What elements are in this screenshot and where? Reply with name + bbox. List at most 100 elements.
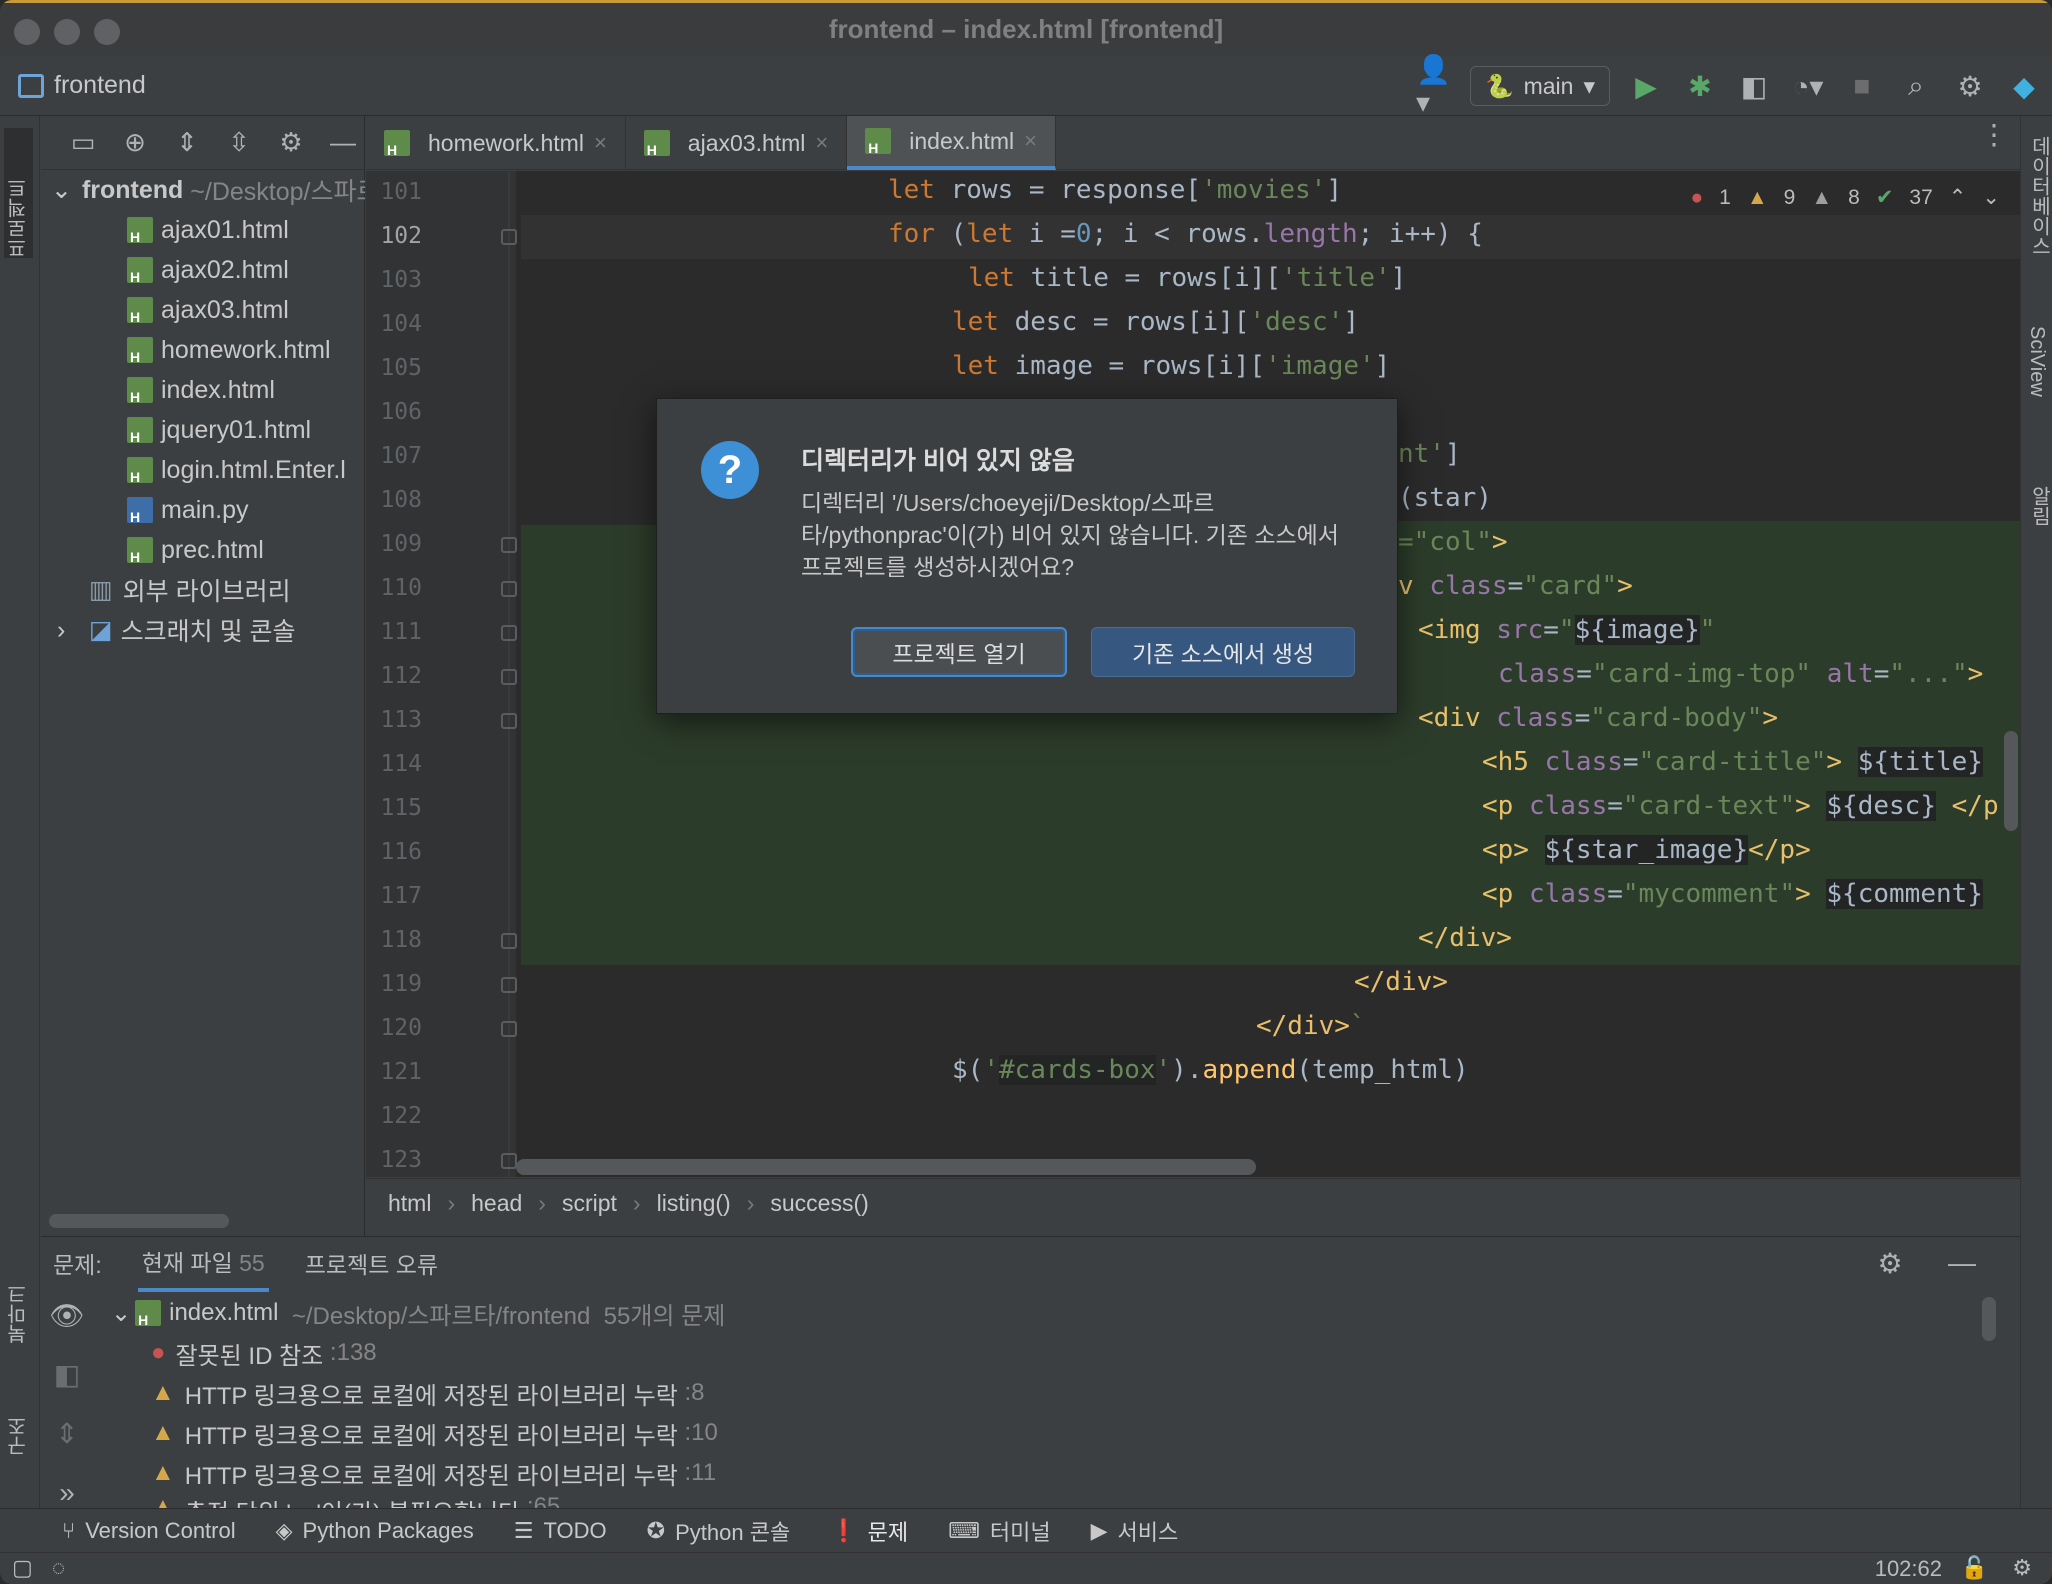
tool-version-control[interactable]: ⑂ Version Control xyxy=(62,1518,236,1544)
run-icon[interactable]: ▶ xyxy=(1628,68,1664,104)
project-view-icon[interactable]: ▭ xyxy=(65,125,101,161)
stop-icon[interactable]: ■ xyxy=(1844,68,1880,104)
tab-current-file[interactable]: 현재 파일 55 xyxy=(137,1234,269,1292)
list-item[interactable]: ▲ HTTP 링크용으로 로컬에 저장된 라이브러리 누락 :10 xyxy=(111,1413,725,1453)
tree-file[interactable]: jquery01.html xyxy=(41,410,365,450)
problems-scrollbar[interactable] xyxy=(1982,1297,1996,1341)
preview-icon[interactable]: ◧ xyxy=(49,1358,85,1391)
breadcrumb-item[interactable]: html xyxy=(388,1190,431,1217)
tree-file[interactable]: ajax03.html xyxy=(41,290,365,330)
code-line: v class="card"> xyxy=(1398,571,1633,601)
hide-icon[interactable]: — xyxy=(325,125,361,161)
debug-icon[interactable]: ✱ xyxy=(1682,68,1718,104)
chevron-up-icon[interactable]: ⌃ xyxy=(1949,185,1967,210)
fold-marker[interactable] xyxy=(501,977,517,993)
run-configuration-select[interactable]: 🐍 main ▾ xyxy=(1469,66,1610,106)
zoom-window-button[interactable] xyxy=(94,19,120,45)
caret-position[interactable]: 102:62 xyxy=(1875,1556,1942,1582)
more-icon[interactable]: » xyxy=(49,1476,85,1509)
user-icon[interactable]: 👤▾ xyxy=(1416,54,1452,118)
tree-scratches[interactable]: › ◪ 스크래치 및 콘솔 xyxy=(41,610,365,650)
fold-marker[interactable] xyxy=(501,933,517,949)
tool-python-console[interactable]: ✪ Python 콘솔 xyxy=(647,1515,791,1547)
tool-python-packages[interactable]: ◈ Python Packages xyxy=(276,1518,474,1544)
structure-tool-tab[interactable]: 구조 xyxy=(4,1416,33,1456)
inspection-widget[interactable]: ● 1 ▲ 9 ▲ 8 ✔ 37 ⌃ ⌄ xyxy=(1690,185,2000,210)
hide-icon[interactable]: — xyxy=(1944,1245,1980,1281)
terminal-icon: ⌨ xyxy=(948,1517,980,1543)
tree-file[interactable]: prec.html xyxy=(41,530,365,570)
coverage-icon[interactable]: ◧ xyxy=(1736,68,1772,104)
fold-marker[interactable] xyxy=(501,713,517,729)
project-breadcrumb[interactable]: frontend xyxy=(18,71,146,100)
chevron-right-icon: › xyxy=(57,615,66,644)
tab-homework[interactable]: homework.html × xyxy=(366,116,626,170)
tree-file[interactable]: ajax01.html xyxy=(41,210,365,250)
fold-marker[interactable] xyxy=(501,537,517,553)
breadcrumb-item[interactable]: script xyxy=(562,1190,617,1217)
tree-file[interactable]: ajax02.html xyxy=(41,250,365,290)
breadcrumb-item[interactable]: listing() xyxy=(657,1190,731,1217)
eye-icon[interactable]: 👁 xyxy=(49,1299,85,1332)
expand-all-icon[interactable]: ⇕ xyxy=(169,125,205,161)
fold-marker[interactable] xyxy=(501,229,517,245)
layout-icon[interactable]: ▢ xyxy=(12,1555,33,1581)
tree-file[interactable]: index.html xyxy=(41,370,365,410)
notifications-tool-tab[interactable]: 알림 xyxy=(2025,486,2052,526)
breadcrumb-item[interactable]: success() xyxy=(770,1190,868,1217)
close-icon[interactable]: × xyxy=(1024,128,1037,154)
database-tool-tab[interactable]: 데이터베이스 xyxy=(2025,136,2052,256)
breadcrumb-item[interactable]: head xyxy=(471,1190,522,1217)
list-item[interactable]: ▲ HTTP 링크용으로 로컬에 저장된 라이브러리 누락 :11 xyxy=(111,1453,725,1493)
settings-icon[interactable]: ⚙ xyxy=(2012,1555,2032,1581)
file-label: main.py xyxy=(161,495,249,524)
minimize-window-button[interactable] xyxy=(54,19,80,45)
sciview-tool-tab[interactable]: SciView xyxy=(2025,326,2048,397)
tree-file[interactable]: login.html.Enter.l xyxy=(41,450,365,490)
horizontal-scrollbar[interactable] xyxy=(49,1214,229,1228)
expand-icon[interactable]: ⇕ xyxy=(49,1417,85,1450)
project-tool-tab[interactable]: 프로젝트 xyxy=(4,128,33,258)
tool-todo[interactable]: ☰ TODO xyxy=(514,1518,607,1544)
window-title: frontend – index.html [frontend] xyxy=(828,14,1224,44)
tab-index[interactable]: index.html × xyxy=(847,116,1056,170)
search-icon[interactable]: ⌕ xyxy=(1898,68,1934,104)
gear-icon[interactable]: ⚙ xyxy=(1952,68,1988,104)
locate-icon[interactable]: ⊕ xyxy=(117,125,153,161)
gear-icon[interactable]: ⚙ xyxy=(273,125,309,161)
tree-file[interactable]: homework.html xyxy=(41,330,365,370)
tree-external-libraries[interactable]: ▥ 외부 라이브러리 xyxy=(41,570,365,610)
list-item[interactable]: ● 잘못된 ID 참조 :138 xyxy=(111,1333,725,1373)
library-icon: ▥ xyxy=(89,576,113,604)
lock-icon[interactable]: 🔓 xyxy=(1961,1555,1988,1581)
more-options-icon[interactable]: ⋮ xyxy=(1976,116,2012,152)
close-icon[interactable]: × xyxy=(594,130,607,156)
vertical-scrollbar[interactable] xyxy=(2004,731,2018,831)
tool-terminal[interactable]: ⌨ 터미널 xyxy=(948,1515,1051,1547)
create-from-existing-button[interactable]: 기존 소스에서 생성 xyxy=(1091,627,1355,677)
chevron-down-icon[interactable]: ⌄ xyxy=(1982,185,2000,210)
fold-marker[interactable] xyxy=(501,1021,517,1037)
tool-services[interactable]: ▶ 서비스 xyxy=(1091,1515,1179,1547)
profile-icon[interactable]: ◔▾ xyxy=(1790,68,1826,104)
horizontal-scrollbar[interactable] xyxy=(516,1159,1256,1175)
jetbrains-logo-icon[interactable]: ◆ xyxy=(2006,68,2042,104)
tree-file[interactable]: main.py xyxy=(41,490,365,530)
close-window-button[interactable] xyxy=(14,19,40,45)
gear-icon[interactable]: ⚙ xyxy=(1872,1245,1908,1281)
fold-marker[interactable] xyxy=(501,1153,517,1169)
fold-marker[interactable] xyxy=(501,625,517,641)
close-icon[interactable]: × xyxy=(815,130,828,156)
tab-project-errors[interactable]: 프로젝트 오류 xyxy=(305,1246,438,1280)
bookmarks-tool-tab[interactable]: 북마크 xyxy=(4,1284,33,1344)
tool-problems[interactable]: ❗ 문제 xyxy=(830,1515,908,1547)
list-item[interactable]: ▲ HTTP 링크용으로 로컬에 저장된 라이브러리 누락 :8 xyxy=(111,1373,725,1413)
collapse-all-icon[interactable]: ⇳ xyxy=(221,125,257,161)
tree-root[interactable]: ⌄ frontend ~/Desktop/스파르타/frontend xyxy=(41,170,365,210)
problem-file-row[interactable]: ⌄ index.html ~/Desktop/스파르타/frontend 55개… xyxy=(111,1293,725,1333)
tab-ajax03[interactable]: ajax03.html × xyxy=(626,116,848,170)
line-number: 105 xyxy=(380,355,422,381)
fold-marker[interactable] xyxy=(501,669,517,685)
fold-marker[interactable] xyxy=(501,581,517,597)
open-project-button[interactable]: 프로젝트 열기 xyxy=(851,627,1067,677)
